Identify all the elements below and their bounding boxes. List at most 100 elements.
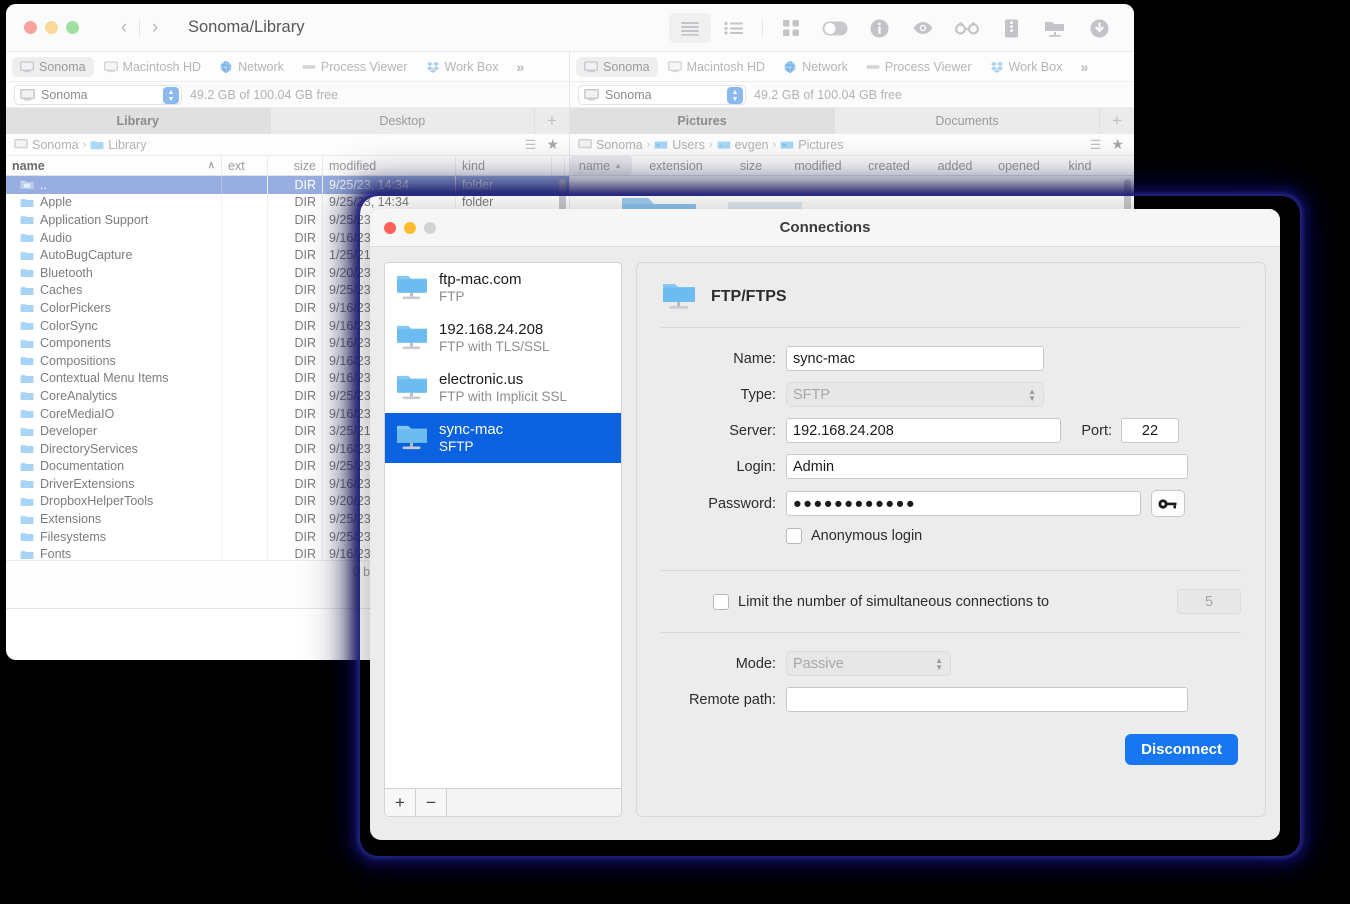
limit-connections-checkbox[interactable] (713, 594, 729, 610)
download-icon[interactable] (1078, 13, 1120, 43)
file-ext-cell (222, 493, 268, 511)
anonymous-login-label: Anonymous login (811, 528, 922, 544)
login-field[interactable]: Admin (786, 454, 1188, 479)
table-row[interactable]: ..DIR9/25/23, 14:34folder (6, 176, 569, 194)
column-header-name[interactable]: name ∧ (6, 156, 222, 175)
favorite-star-icon-right[interactable]: ★ (1111, 136, 1124, 153)
remove-connection-button[interactable]: − (416, 789, 447, 816)
folder-icon (20, 320, 34, 331)
column-header-extension[interactable]: extension (632, 156, 720, 175)
breadcrumb-separator: › (773, 139, 777, 151)
column-header-modified[interactable]: modified (323, 156, 456, 175)
breadcrumb-item-sonoma-right[interactable]: Sonoma (578, 138, 643, 152)
breadcrumb-item-pictures[interactable]: Pictures (780, 138, 843, 152)
list-item[interactable]: electronic.usFTP with Implicit SSL (385, 363, 621, 413)
drive-stepper-icon[interactable]: ▲▼ (163, 87, 179, 104)
file-name-label: Contextual Menu Items (40, 371, 169, 385)
column-header-name-right[interactable]: name ▲ (570, 156, 632, 175)
column-header-opened[interactable]: opened (986, 156, 1052, 175)
tab-network-right[interactable]: Network (775, 57, 856, 77)
password-field[interactable]: ●●●●●●●●●●●● (786, 491, 1141, 516)
file-name-cell: Audio (6, 229, 222, 247)
tab-macintosh-hd[interactable]: Macintosh HD (96, 57, 210, 77)
breadcrumb-item-library[interactable]: Library (90, 138, 146, 152)
add-folder-tab-button-right[interactable]: + (1100, 108, 1134, 134)
remote-path-field[interactable] (786, 687, 1188, 712)
detail-view-icon[interactable] (713, 13, 755, 43)
column-header-kind-right[interactable]: kind (1052, 156, 1108, 175)
list-view-icon[interactable] (669, 13, 711, 43)
add-folder-tab-button[interactable]: + (535, 108, 569, 134)
grid-view-icon[interactable] (770, 13, 812, 43)
file-size-cell: DIR (268, 282, 323, 300)
tab-process-viewer-right[interactable]: Process Viewer (858, 57, 980, 77)
connections-list-panel: ftp-mac.comFTP 192.168.24.208FTP with TLS… (384, 262, 622, 817)
column-header-created[interactable]: created (854, 156, 924, 175)
folder-tab-desktop[interactable]: Desktop (271, 108, 536, 134)
maximize-button[interactable] (66, 21, 79, 34)
tab-sonoma-right[interactable]: Sonoma (576, 57, 658, 77)
navigation-buttons: ‹ › (109, 13, 170, 43)
anonymous-login-checkbox[interactable] (786, 528, 802, 544)
tab-work-box[interactable]: Work Box (418, 57, 507, 77)
column-header-kind[interactable]: kind (456, 156, 552, 175)
connections-list[interactable]: ftp-mac.comFTP 192.168.24.208FTP with TLS… (385, 263, 621, 788)
column-header-size-right[interactable]: size (720, 156, 782, 175)
binoculars-icon[interactable] (946, 13, 988, 43)
file-ext-cell (222, 510, 268, 528)
list-lines-icon[interactable]: ☰ (525, 137, 537, 153)
list-item[interactable]: sync-macSFTP (385, 413, 621, 463)
drive-selector-right[interactable]: Sonoma ▲▼ (578, 85, 746, 105)
tabs-overflow-icon[interactable]: » (508, 59, 532, 75)
folder-tab-pictures[interactable]: Pictures (570, 108, 835, 134)
folder-tab-library[interactable]: Library (6, 108, 271, 134)
list-item[interactable]: ftp-mac.comFTP (385, 263, 621, 313)
minimize-button[interactable] (45, 21, 58, 34)
tabs-overflow-icon-right[interactable]: » (1072, 59, 1096, 75)
column-header-added[interactable]: added (924, 156, 986, 175)
close-button[interactable] (24, 21, 37, 34)
breadcrumb-item-sonoma[interactable]: Sonoma (14, 138, 79, 152)
network-connect-icon[interactable] (1034, 13, 1076, 43)
archive-icon[interactable] (990, 13, 1032, 43)
list-item-text: ftp-mac.comFTP (439, 271, 522, 305)
favorite-star-icon[interactable]: ★ (546, 136, 559, 153)
file-name-label: DirectoryServices (40, 442, 138, 456)
name-field[interactable]: sync-mac (786, 346, 1044, 371)
drive-stepper-icon-right[interactable]: ▲▼ (727, 87, 743, 104)
breadcrumb-item-evgen[interactable]: evgen (717, 138, 769, 152)
file-size-cell: DIR (268, 334, 323, 352)
tab-process-viewer[interactable]: Process Viewer (294, 57, 416, 77)
connection-name: sync-mac (439, 421, 503, 439)
folder-tab-documents[interactable]: Documents (835, 108, 1100, 134)
left-pane-tabs: Sonoma Macintosh HD (6, 52, 569, 82)
folder-icon (20, 443, 34, 454)
list-lines-icon-right[interactable]: ☰ (1090, 137, 1102, 153)
tab-macintosh-hd-right[interactable]: Macintosh HD (660, 57, 774, 77)
tab-work-box-right[interactable]: Work Box (982, 57, 1071, 77)
forward-icon[interactable]: › (140, 13, 170, 43)
drive-selector[interactable]: Sonoma ▲▼ (14, 85, 182, 105)
port-field[interactable]: 22 (1121, 418, 1179, 443)
show-password-key-button[interactable] (1151, 490, 1185, 517)
mode-select[interactable]: Passive ▲▼ (786, 651, 951, 676)
tab-sonoma[interactable]: Sonoma (12, 57, 94, 77)
add-connection-button[interactable]: + (385, 789, 416, 816)
breadcrumb-item-users[interactable]: Users (654, 138, 705, 152)
column-header-modified-right[interactable]: modified (782, 156, 854, 175)
disconnect-button[interactable]: Disconnect (1125, 734, 1238, 765)
file-name-label: Audio (40, 231, 72, 245)
tab-network[interactable]: Network (211, 57, 292, 77)
server-field[interactable]: 192.168.24.208 (786, 418, 1061, 443)
back-icon[interactable]: ‹ (109, 13, 139, 43)
limit-connections-value[interactable]: 5 (1177, 589, 1241, 614)
column-header-size[interactable]: size (268, 156, 323, 175)
file-name-label: Developer (40, 424, 97, 438)
list-item[interactable]: 192.168.24.208FTP with TLS/SSL (385, 313, 621, 363)
column-header-ext[interactable]: ext (222, 156, 268, 175)
toggle-icon[interactable] (814, 13, 856, 43)
preview-eye-icon[interactable] (902, 13, 944, 43)
anonymous-login-checkbox-group[interactable]: Anonymous login (786, 528, 922, 544)
type-select[interactable]: SFTP ▲▼ (786, 382, 1044, 407)
info-icon[interactable] (858, 13, 900, 43)
